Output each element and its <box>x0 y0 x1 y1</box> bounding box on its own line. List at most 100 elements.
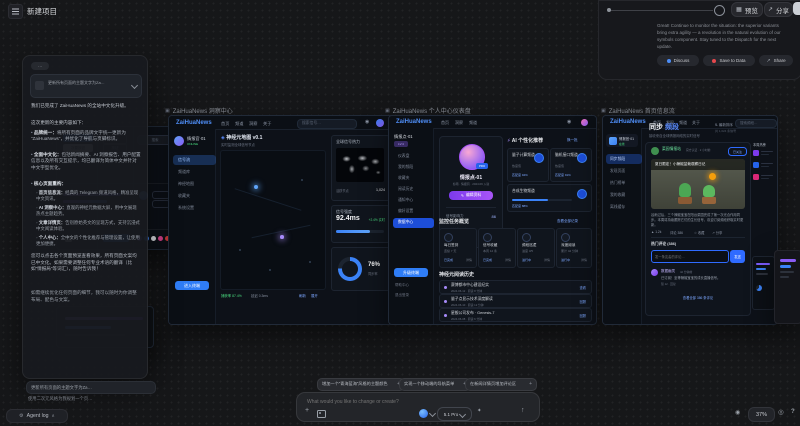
dashboard-logo[interactable]: ZaiHuaNews <box>396 119 432 125</box>
view-all-comments-link[interactable]: 查看全部 386 条评论 <box>646 295 750 300</box>
dash-menu-data-center[interactable]: 数据中心 <box>393 218 434 228</box>
feed-search-input[interactable]: 搜索频段… <box>735 119 777 129</box>
frame-feed-label[interactable]: ▣ ZaiHuaNews 首页信息流 <box>601 106 675 115</box>
insight-search-input[interactable]: 搜索信号… <box>297 119 357 129</box>
task-card[interactable]: 频段巡逻 进度 3/5 进行中 详情 <box>517 228 555 268</box>
feed-sort[interactable]: ⇅ 最新排序 <box>715 123 733 128</box>
feed-nav-about[interactable]: 关于 <box>692 120 700 126</box>
history-row-action[interactable]: 查看 <box>580 285 586 290</box>
commenter-avatar[interactable] <box>651 269 658 276</box>
chevron-down-icon[interactable] <box>131 82 138 89</box>
signal-card[interactable]: 信号强度 92.4ms +2.4% 实时 <box>331 205 390 243</box>
queued-prompt-1[interactable]: 更新所有页面的主题文字为Za… <box>26 381 156 394</box>
task-link[interactable]: 详情 <box>505 258 511 262</box>
avatar[interactable] <box>793 2 800 15</box>
task-card[interactable]: 每日签到 连续 7 天 已完成 详情 <box>439 228 477 268</box>
hot-item-avatar[interactable] <box>753 150 759 156</box>
frame-dashboard-label[interactable]: ▣ ZaiHuaNews 个人中心仪表盘 <box>385 106 471 115</box>
dash-help-link[interactable]: 帮助中心 <box>395 283 409 288</box>
insight-menu-settings[interactable]: 系统设置 <box>173 203 216 213</box>
insight-expand-link[interactable]: 展开 <box>311 293 318 298</box>
sync-gauge-card[interactable]: 76% 同步率 <box>331 247 390 291</box>
insight-avatar[interactable] <box>376 119 384 127</box>
dash-nav-channels[interactable]: 频道 <box>469 120 477 126</box>
edit-profile-button[interactable]: ✎编辑资料 <box>449 191 493 200</box>
dash-menu-bands[interactable]: 我的频段 <box>393 163 434 173</box>
commenter-name[interactable]: 数据幽灵 <box>661 269 675 274</box>
neural-map-panel[interactable] <box>220 150 326 290</box>
bell-icon[interactable]: ◉ <box>365 119 369 125</box>
heatmap-card[interactable]: 全球信号热力 活跃节点 1,024 <box>331 135 390 201</box>
feed-logo[interactable]: ZaiHuaNews <box>610 119 646 125</box>
history-row[interactable]: 赛博都市中心建设纪实 2024-06-12 · 阅读 8 分钟 查看 <box>439 280 592 294</box>
inspect-icon[interactable]: ◉ <box>735 409 740 416</box>
dash-logout-link[interactable]: 退出登录 <box>395 293 409 298</box>
insight-nav-about[interactable]: 关于 <box>263 121 271 127</box>
bell-icon[interactable]: ◉ <box>567 119 571 125</box>
feed-menu-offline[interactable]: 离线缓存 <box>606 202 642 212</box>
history-row-action[interactable]: 回顾 <box>580 313 586 318</box>
menu-button[interactable] <box>8 4 23 19</box>
agent-log-toggle[interactable]: ⚙ Agent log ∧ <box>6 409 68 423</box>
suggestion-chip-nav[interactable]: 实现一个移动端的导航菜单 + <box>399 378 471 391</box>
insight-refresh-link[interactable]: 刷新 <box>299 293 306 298</box>
feed-nav-channels[interactable]: 频道 <box>679 120 687 126</box>
dash-nav-home[interactable]: 首页 <box>441 120 449 126</box>
history-row[interactable]: 量子点显示技术深度解读 2024-06-10 · 阅读 12 分钟 回顾 <box>439 294 592 308</box>
task-card[interactable]: 信号收藏 本周 12 条 已完成 详情 <box>478 228 516 268</box>
comment-input[interactable] <box>651 250 729 263</box>
dash-menu-overview[interactable]: 仪表盘 <box>393 152 434 162</box>
feed-menu-discover[interactable]: 发现页面 <box>606 166 642 176</box>
post-fav-action[interactable]: ☆ 收藏 <box>694 230 704 235</box>
comment-send-button[interactable]: 发送 <box>730 250 745 263</box>
frame-insight-label[interactable]: ▣ ZaiHuaNews 洞察中心 <box>165 106 233 115</box>
reco-card[interactable]: 量子计算频道 热度值 匹配度 94% <box>507 148 549 182</box>
insight-menu-favorites[interactable]: 收藏夹 <box>173 191 216 201</box>
post-comment-action[interactable]: 评论 386 <box>670 230 683 235</box>
task-link[interactable]: 详情 <box>544 258 550 262</box>
quoted-prompt-card[interactable]: 更新所有页面的主题文字为Za… <box>30 74 142 98</box>
share-panel-button[interactable]: ↗ Share <box>759 55 793 66</box>
task-link[interactable]: 详情 <box>466 258 472 262</box>
dash-menu-favorites[interactable]: 收藏夹 <box>393 174 434 184</box>
credits-ring-icon[interactable] <box>714 5 725 16</box>
task-card[interactable]: 深度阅读 累计 42 分钟 进行中 详情 <box>556 228 592 268</box>
feed-menu-sync[interactable]: 同步频段 <box>606 154 642 164</box>
post-share-action[interactable]: ↗ 分享 <box>712 230 722 235</box>
insight-menu-signal-flow[interactable]: 信号流 <box>173 155 216 165</box>
post-image[interactable]: 夏日限定！小辣椒盆栽观察日记 <box>651 159 745 209</box>
send-button[interactable]: ↑ <box>521 407 525 414</box>
follow-chip[interactable]: 已关注 <box>728 147 747 156</box>
reco-refresh-link[interactable]: 换一批 <box>567 138 578 143</box>
hot-item-avatar[interactable] <box>753 174 759 180</box>
insight-nav-channels[interactable]: 频道 <box>235 121 243 127</box>
version-chip[interactable]: ⋯ <box>31 62 49 70</box>
suggestion-chip-theme[interactable]: 增加一个“青海蓝海”风格的主题颜色 + <box>317 378 405 391</box>
reco-card-wide[interactable]: 合成生物频道 匹配度 88% <box>507 184 592 212</box>
comment-actions[interactable]: 赞 12 · 回复 <box>661 282 676 286</box>
model-orb-icon[interactable] <box>419 409 428 418</box>
map-node-blue[interactable] <box>254 185 258 189</box>
discuss-button[interactable]: Discuss <box>657 55 699 66</box>
queued-prompt-2[interactable]: 使用二次元风格为我规划一个页… <box>28 396 144 402</box>
history-row-action[interactable]: 回顾 <box>580 299 586 304</box>
help-button[interactable]: ? <box>791 409 795 415</box>
zoom-level-control[interactable]: 37% <box>748 407 775 422</box>
insight-nav-insight[interactable]: 洞察 <box>249 121 257 127</box>
model-orb-chevron-icon[interactable] <box>429 410 436 417</box>
enhance-sparkle-button[interactable]: ✦ <box>477 408 482 414</box>
add-attachment-button[interactable]: + <box>305 407 309 414</box>
suggestion-chip-comments[interactable]: 在新闻详情页增加评论区 + <box>465 378 537 391</box>
task-link[interactable]: 详情 <box>581 258 587 262</box>
dash-upgrade-button[interactable]: 升级终端 <box>394 268 428 277</box>
overview-view-all-link[interactable]: 查看全部记录 <box>557 219 578 224</box>
feed-menu-favorites[interactable]: 我的收藏 <box>606 190 642 200</box>
reco-card[interactable]: 脑机接口频道 热度值 匹配度 91% <box>550 148 592 182</box>
insight-menu-neural-map[interactable]: 神经地图 <box>173 179 216 189</box>
post-like-action[interactable]: ▲ 1.2k <box>651 230 661 234</box>
feed-menu-trending[interactable]: 热门榜单 <box>606 178 642 188</box>
share-button[interactable]: ↗ 分享 <box>764 2 793 17</box>
dash-menu-history[interactable]: 阅读历史 <box>393 185 434 195</box>
save-to-data-button[interactable]: Save to Data <box>703 55 755 66</box>
recenter-icon[interactable]: ◎ <box>778 408 784 416</box>
